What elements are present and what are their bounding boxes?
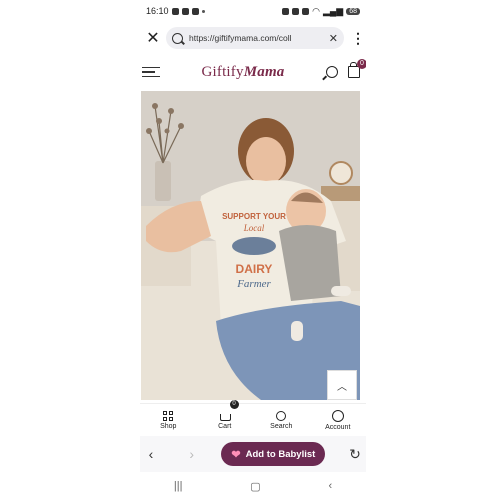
forward-arrow-icon[interactable]: › xyxy=(181,446,203,462)
phone-screen: 16:10 ◠ ▂▄▆ 68 ✕ https://giftifymama.com… xyxy=(140,0,366,500)
kebab-icon[interactable]: ⋮ xyxy=(350,30,366,47)
hamburger-menu-icon[interactable] xyxy=(142,66,160,78)
product-photo[interactable]: SUPPORT YOUR Local DAIRY Farmer xyxy=(141,91,360,400)
cart-count-badge: 0 xyxy=(356,59,366,69)
back-icon[interactable]: ‹ xyxy=(328,480,332,492)
bottom-tab-bar: Shop 0 Cart Search Account xyxy=(140,400,367,436)
search-icon xyxy=(172,32,183,44)
dnd-icon xyxy=(282,7,290,15)
tab-shop[interactable]: Shop xyxy=(140,404,197,436)
close-icon[interactable]: ✕ xyxy=(140,28,166,48)
tab-label: Shop xyxy=(160,422,177,430)
system-navigation-bar: ||| ▢ ‹ xyxy=(140,475,366,497)
tab-search[interactable]: Search xyxy=(253,404,310,436)
notification-icon xyxy=(191,7,199,15)
heart-icon: ❤ xyxy=(231,448,241,461)
logo-part2: Mama xyxy=(243,63,285,80)
notification-icon xyxy=(171,7,179,15)
status-bar: 16:10 ◠ ▂▄▆ 68 xyxy=(140,0,366,22)
recent-apps-icon[interactable]: ||| xyxy=(174,480,183,492)
scroll-to-top-button[interactable]: ︿ xyxy=(327,370,357,400)
shopping-bag-icon[interactable]: 0 xyxy=(347,59,366,78)
cart-icon xyxy=(219,411,231,421)
browser-toolbar: ✕ https://giftifymama.com/coll ✕ ⋮ xyxy=(140,22,366,54)
shirt-text-3: DAIRY xyxy=(236,262,273,276)
alarm-icon xyxy=(292,7,300,15)
babylist-label: Add to Babylist xyxy=(245,448,316,460)
photo-illustration: SUPPORT YOUR Local DAIRY Farmer xyxy=(141,91,360,400)
more-notifications-icon xyxy=(201,9,205,13)
back-arrow-icon[interactable]: ‹ xyxy=(140,446,162,462)
tab-label: Account xyxy=(325,423,351,431)
notification-icon xyxy=(181,7,189,15)
shirt-text-1: SUPPORT YOUR xyxy=(222,212,286,221)
search-icon[interactable] xyxy=(325,66,338,78)
address-bar[interactable]: https://giftifymama.com/coll ✕ xyxy=(166,27,344,49)
home-icon[interactable]: ▢ xyxy=(250,480,260,493)
tab-account[interactable]: Account xyxy=(310,404,367,436)
clock: 16:10 xyxy=(146,6,169,16)
babylist-bar: ‹ › ❤ Add to Babylist ↻ xyxy=(140,436,366,472)
shirt-text-4: Farmer xyxy=(236,278,271,290)
site-header: GiftifyMama 0 xyxy=(140,57,366,87)
account-icon xyxy=(331,409,344,422)
site-logo[interactable]: GiftifyMama xyxy=(201,64,284,81)
tab-cart[interactable]: 0 Cart xyxy=(197,400,254,436)
mute-icon xyxy=(302,7,310,15)
chevron-up-icon: ︿ xyxy=(337,381,347,393)
cart-badge: 0 xyxy=(229,400,239,409)
shirt-text-2: Local xyxy=(243,223,265,233)
wifi-icon: ◠ xyxy=(312,5,320,16)
search-icon xyxy=(276,410,287,421)
grid-icon xyxy=(163,410,174,421)
signal-icon: ▂▄▆ xyxy=(322,5,344,16)
url-text: https://giftifymama.com/coll xyxy=(189,33,292,43)
reload-icon[interactable]: ↻ xyxy=(344,446,366,463)
add-to-babylist-button[interactable]: ❤ Add to Babylist xyxy=(221,442,326,466)
clear-url-icon[interactable]: ✕ xyxy=(329,32,338,45)
battery-indicator: 68 xyxy=(346,7,360,15)
tab-label: Cart xyxy=(218,422,232,430)
tab-label: Search xyxy=(270,422,293,430)
logo-part1: Giftify xyxy=(201,63,244,80)
